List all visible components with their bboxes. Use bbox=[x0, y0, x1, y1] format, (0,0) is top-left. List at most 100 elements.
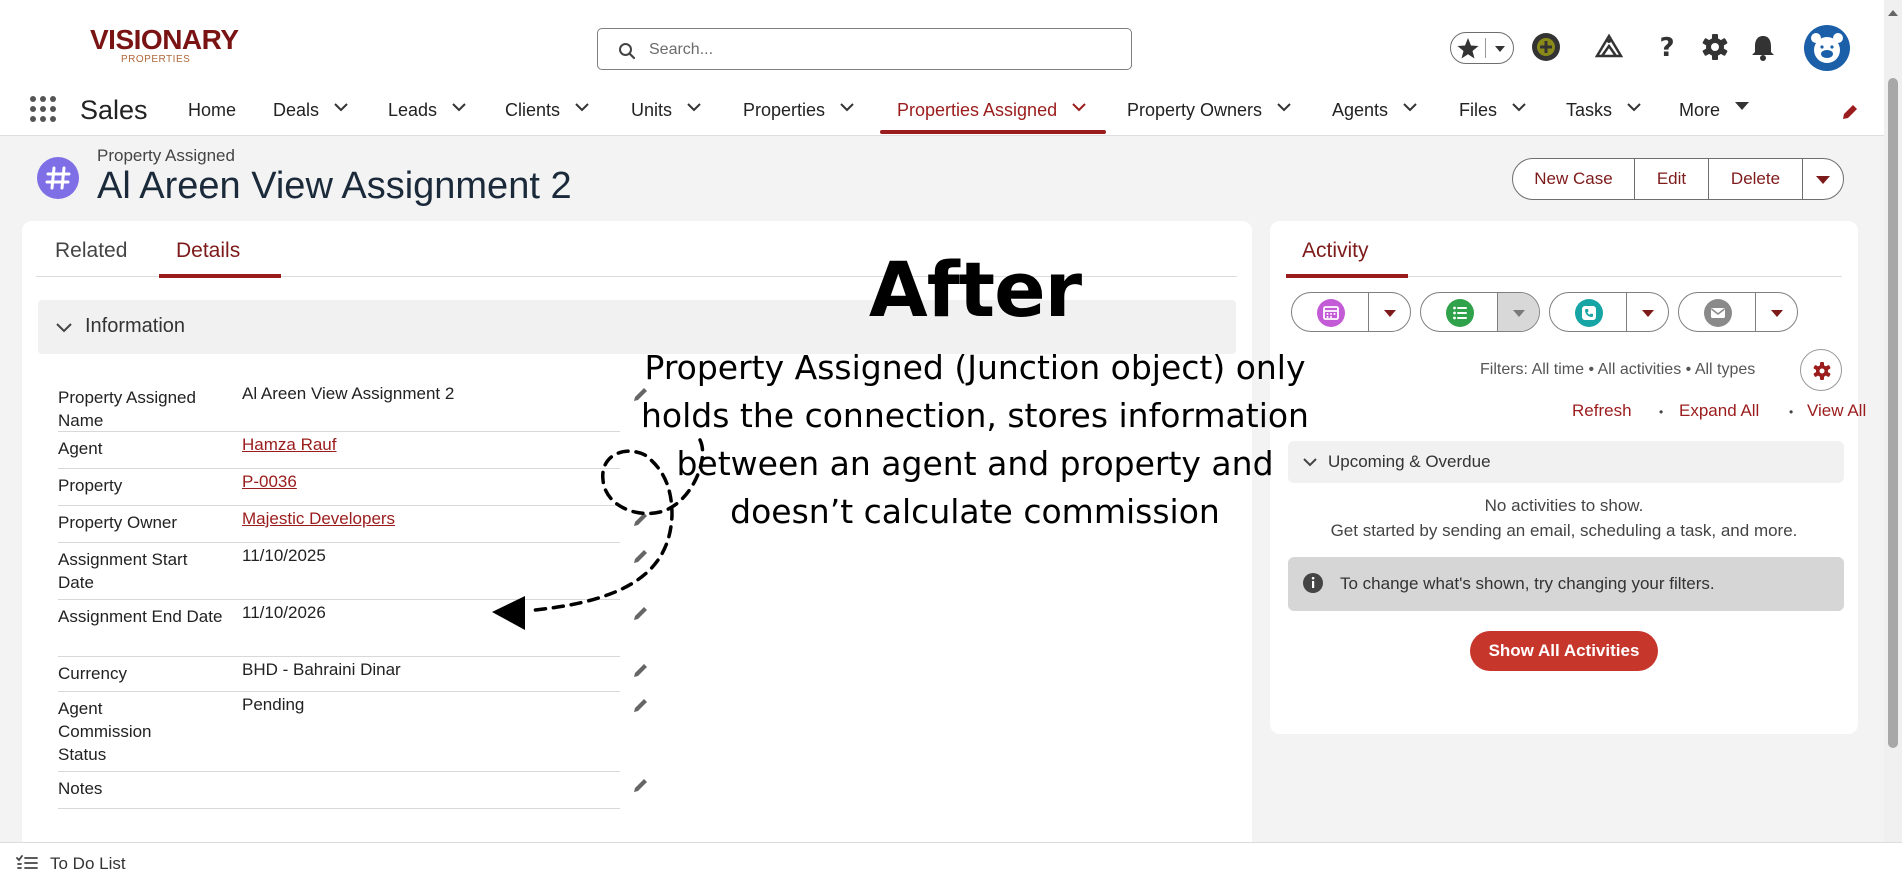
global-header: VISIONARY PROPERTIES Search... ? bbox=[0, 0, 1884, 92]
field-value: BHD - Bahraini Dinar bbox=[242, 660, 401, 679]
field-value: Al Areen View Assignment 2 bbox=[242, 384, 455, 403]
refresh-link[interactable]: Refresh bbox=[1572, 401, 1632, 421]
property-link[interactable]: P-0036 bbox=[242, 472, 297, 492]
add-icon[interactable] bbox=[1531, 32, 1561, 62]
field-label: Property Owner bbox=[58, 513, 178, 532]
global-search-input[interactable]: Search... bbox=[597, 28, 1132, 70]
utility-bar: To Do List bbox=[0, 842, 1902, 882]
nav-item-units[interactable]: Units bbox=[631, 100, 702, 136]
trailhead-icon[interactable] bbox=[1594, 32, 1624, 62]
record-type-icon bbox=[37, 157, 79, 199]
record-action-buttons: New Case Edit Delete bbox=[1512, 158, 1844, 200]
logo-subtext: PROPERTIES bbox=[121, 54, 191, 65]
edit-pencil-icon[interactable] bbox=[632, 547, 650, 565]
nav-item-more[interactable]: More bbox=[1679, 100, 1750, 136]
field-label: Property bbox=[58, 476, 123, 495]
scroll-thumb[interactable] bbox=[1888, 78, 1898, 748]
field-property: Property P-0036 bbox=[58, 469, 620, 506]
nav-item-label: Files bbox=[1459, 100, 1498, 120]
nav-item-leads[interactable]: Leads bbox=[388, 100, 467, 136]
search-icon bbox=[619, 43, 636, 60]
agent-link[interactable]: Hamza Rauf bbox=[242, 435, 336, 455]
separator-dot: • bbox=[1789, 405, 1794, 419]
svg-text:?: ? bbox=[1659, 33, 1674, 62]
nav-item-agents[interactable]: Agents bbox=[1332, 100, 1418, 136]
chevron-down-icon[interactable] bbox=[839, 102, 855, 112]
nav-item-files[interactable]: Files bbox=[1459, 100, 1527, 136]
no-activities-text: No activities to show. bbox=[1484, 496, 1644, 515]
edit-button[interactable]: Edit bbox=[1635, 159, 1708, 199]
delete-button[interactable]: Delete bbox=[1709, 159, 1802, 199]
hashtag-icon bbox=[45, 166, 71, 190]
separator-dot: • bbox=[1659, 405, 1664, 419]
field-label: Currency bbox=[58, 664, 127, 683]
chevron-down-icon[interactable] bbox=[1071, 102, 1087, 112]
filter-settings-button[interactable] bbox=[1800, 349, 1842, 391]
nav-item-label: Tasks bbox=[1566, 100, 1613, 120]
todo-list-icon bbox=[16, 855, 38, 869]
field-label: Assignment End Date bbox=[58, 607, 223, 626]
edit-pencil-icon[interactable] bbox=[632, 696, 650, 714]
show-all-activities-button[interactable]: Show All Activities bbox=[1470, 631, 1658, 671]
field-label: Property Assigned Name bbox=[58, 388, 196, 430]
field-agent-commission-status: Agent Commission Status Pending bbox=[58, 692, 647, 772]
bell-icon[interactable] bbox=[1748, 32, 1778, 62]
nav-item-label: Home bbox=[188, 100, 237, 120]
nav-item-label: Deals bbox=[273, 100, 320, 120]
field-property-assigned-name: Property Assigned Name Al Areen View Ass… bbox=[58, 381, 647, 432]
filter-info-banner: To change what's shown, try changing you… bbox=[1288, 557, 1844, 611]
avatar-image bbox=[1811, 33, 1843, 63]
gear-icon[interactable] bbox=[1700, 32, 1730, 62]
chevron-down-icon[interactable] bbox=[451, 102, 467, 112]
nav-item-home[interactable]: Home bbox=[188, 100, 236, 136]
chevron-down-icon[interactable] bbox=[686, 102, 702, 112]
chevron-down-icon[interactable] bbox=[1276, 102, 1292, 112]
nav-item-property-owners[interactable]: Property Owners bbox=[1127, 100, 1292, 136]
edit-pencil-icon[interactable] bbox=[632, 661, 650, 679]
chevron-down-icon[interactable] bbox=[1626, 102, 1642, 112]
field-value: Pending bbox=[242, 695, 305, 714]
edit-pencil-icon[interactable] bbox=[632, 604, 650, 622]
upcoming-overdue-section[interactable]: Upcoming & Overdue bbox=[1288, 441, 1844, 483]
no-activities-subtext: Get started by sending an email, schedul… bbox=[1330, 521, 1798, 540]
app-launcher-icon[interactable] bbox=[28, 94, 58, 124]
edit-nav-pencil-icon[interactable] bbox=[1840, 102, 1860, 122]
more-actions-button[interactable] bbox=[1803, 159, 1843, 199]
chevron-down-icon[interactable] bbox=[1402, 102, 1418, 112]
field-assignment-end-date: Assignment End Date 11/10/2026 bbox=[58, 600, 647, 657]
field-value: 11/10/2025 bbox=[242, 546, 326, 565]
logo[interactable]: VISIONARY bbox=[90, 24, 239, 56]
field-assignment-start-date: Assignment Start Date 11/10/2025 bbox=[58, 543, 647, 600]
chevron-down-icon[interactable] bbox=[1511, 102, 1527, 112]
user-avatar[interactable] bbox=[1804, 25, 1850, 71]
todo-list-button[interactable]: To Do List bbox=[0, 843, 160, 882]
scroll-up-icon[interactable] bbox=[1884, 6, 1902, 20]
nav-item-label: Leads bbox=[388, 100, 438, 120]
field-label: Agent bbox=[58, 439, 103, 458]
help-icon[interactable]: ? bbox=[1652, 32, 1682, 62]
nav-item-tasks[interactable]: Tasks bbox=[1566, 100, 1642, 136]
page-scrollbar[interactable] bbox=[1884, 0, 1902, 842]
edit-pencil-icon[interactable] bbox=[632, 776, 650, 794]
nav-item-properties[interactable]: Properties bbox=[743, 100, 855, 136]
gear-icon bbox=[1813, 362, 1831, 380]
app-nav-bar: Sales Home Deals Leads Clients Units Pro… bbox=[0, 92, 1884, 136]
chevron-down-icon[interactable] bbox=[333, 102, 349, 112]
expand-all-link[interactable]: Expand All bbox=[1679, 401, 1759, 421]
chevron-down-icon[interactable] bbox=[574, 102, 590, 112]
field-label: Notes bbox=[58, 779, 103, 798]
view-all-label: View All bbox=[1807, 401, 1867, 420]
nav-item-label: Units bbox=[631, 100, 673, 120]
nav-item-label: Agents bbox=[1332, 100, 1389, 120]
annotation-text: Property Assigned (Junction object) only… bbox=[641, 348, 1309, 531]
field-label: Assignment Start Date bbox=[58, 550, 188, 592]
chevron-down-icon bbox=[1495, 46, 1505, 52]
nav-item-deals[interactable]: Deals bbox=[273, 100, 349, 136]
new-case-button[interactable]: New Case bbox=[1513, 159, 1634, 199]
field-currency: Currency BHD - Bahraini Dinar bbox=[58, 657, 647, 692]
property-owner-link[interactable]: Majestic Developers bbox=[242, 509, 395, 529]
record-type-label: Property Assigned bbox=[97, 146, 235, 165]
favorites-button[interactable] bbox=[1450, 32, 1514, 64]
record-title: Al Areen View Assignment 2 bbox=[97, 165, 572, 207]
nav-item-clients[interactable]: Clients bbox=[505, 100, 590, 136]
